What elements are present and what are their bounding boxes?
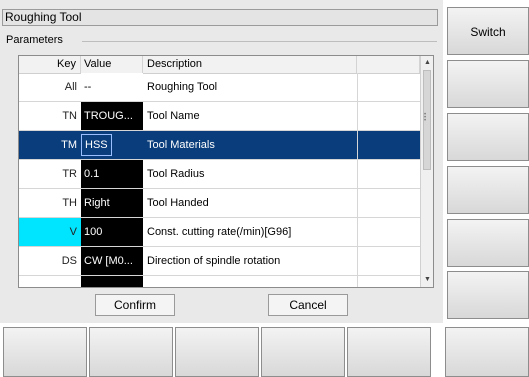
row-key: TR [62,168,77,180]
parameter-table: Key Value Description All -- Roughing To… [18,55,434,288]
scroll-up-icon[interactable]: ▲ [421,56,433,70]
group-label: Parameters [6,34,63,46]
scroll-grip-icon: • • • [424,112,427,124]
softkey-bottom-5[interactable] [347,327,431,377]
table-row[interactable]: TR 0.1 Tool Radius [19,160,420,189]
row-key: TH [62,197,77,209]
softkey-right-2[interactable] [447,60,529,108]
group-divider [82,41,437,42]
softkey-bottom-1[interactable] [3,327,87,377]
row-description [143,276,357,287]
table-row-selected[interactable]: TM HSS Tool Materials [19,131,420,160]
row-key: All [64,81,77,93]
row-description: Direction of spindle rotation [147,255,281,267]
row-spacer [357,160,420,188]
row-value[interactable]: Right [81,189,143,217]
table-row-partial[interactable] [19,276,420,287]
header-description[interactable]: Description [143,56,357,73]
row-value[interactable] [81,276,143,287]
row-value[interactable]: -- [81,73,143,101]
row-value-text: HSS [81,134,112,156]
scroll-down-icon[interactable]: ▼ [421,273,433,287]
table-row[interactable]: V 100 Const. cutting rate(/min)[G96] [19,218,420,247]
row-spacer [357,247,420,275]
row-spacer [357,189,420,217]
row-value[interactable]: TROUG... [81,102,143,130]
row-value[interactable]: CW [M0... [81,247,143,275]
softkey-switch[interactable]: Switch [447,7,529,55]
softkey-bottom-4[interactable] [261,327,345,377]
softkey-bottom-2[interactable] [89,327,173,377]
cancel-button[interactable]: Cancel [268,294,348,316]
softkey-right-5[interactable] [447,219,529,267]
row-spacer [357,131,420,159]
row-key: TM [61,139,77,151]
row-spacer [357,276,420,287]
header-spacer [357,56,420,73]
table-row[interactable]: TH Right Tool Handed [19,189,420,218]
header-value[interactable]: Value [81,56,143,73]
softkey-right-4[interactable] [447,166,529,214]
softkey-right-3[interactable] [447,113,529,161]
header-key[interactable]: Key [19,56,81,73]
vertical-scrollbar[interactable]: ▲ • • • ▼ [420,56,433,287]
row-spacer [357,73,420,101]
row-description: Const. cutting rate(/min)[G96] [147,226,292,238]
row-value[interactable]: 0.1 [81,160,143,188]
parameter-dialog: Roughing Tool Parameters Key Value Descr… [0,0,443,323]
confirm-button[interactable]: Confirm [95,294,175,316]
row-key: DS [61,255,77,267]
table-row[interactable]: All -- Roughing Tool [19,73,420,102]
row-key [19,276,81,287]
row-value[interactable]: HSS [81,131,143,159]
row-value[interactable]: 100 [81,218,143,246]
row-description: Roughing Tool [147,81,218,93]
row-spacer [357,102,420,130]
row-description: Tool Radius [147,168,205,180]
row-description: Tool Handed [147,197,209,209]
row-description: Tool Name [147,110,200,122]
softkey-bottom-3[interactable] [175,327,259,377]
row-key: V [19,218,81,246]
table-row[interactable]: DS CW [M0... Direction of spindle rotati… [19,247,420,276]
table-row[interactable]: TN TROUG... Tool Name [19,102,420,131]
dialog-title: Roughing Tool [2,9,438,26]
softkey-right-6[interactable] [447,271,529,319]
row-key: TN [62,110,77,122]
table-header: Key Value Description [19,56,420,74]
row-description: Tool Materials [147,139,215,151]
softkey-bottom-6[interactable] [445,327,529,377]
row-spacer [357,218,420,246]
